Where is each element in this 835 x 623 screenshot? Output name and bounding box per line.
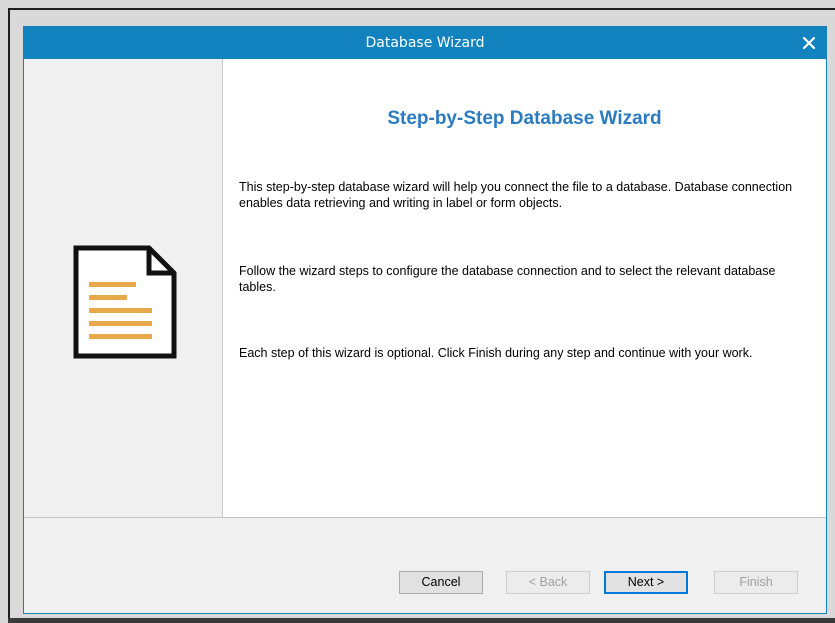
document-icon: [73, 245, 177, 359]
cancel-button[interactable]: Cancel: [399, 571, 483, 594]
database-wizard-dialog: Database Wizard Step-by-Step Database Wi…: [23, 26, 827, 614]
window-title: Database Wizard: [365, 35, 485, 51]
title-bar[interactable]: Database Wizard: [24, 27, 826, 59]
optional-paragraph: Each step of this wizard is optional. Cl…: [239, 346, 753, 360]
close-icon: [803, 37, 815, 49]
next-button[interactable]: Next >: [604, 571, 688, 594]
background-window-edge: [8, 8, 10, 623]
back-button[interactable]: < Back: [506, 571, 590, 594]
button-bar: Cancel < Back Next > Finish: [24, 517, 826, 613]
background-window-edge-bottom: [8, 618, 835, 623]
steps-paragraph: Follow the wizard steps to configure the…: [239, 264, 776, 294]
background-window-edge-top: [8, 8, 835, 10]
intro-paragraph: This step-by-step database wizard will h…: [239, 180, 793, 210]
side-panel: [24, 59, 223, 517]
wizard-heading: Step-by-Step Database Wizard: [387, 108, 662, 129]
finish-button[interactable]: Finish: [714, 571, 798, 594]
close-button[interactable]: [796, 30, 822, 56]
wizard-content: Step-by-Step Database Wizard This step-b…: [223, 59, 826, 517]
